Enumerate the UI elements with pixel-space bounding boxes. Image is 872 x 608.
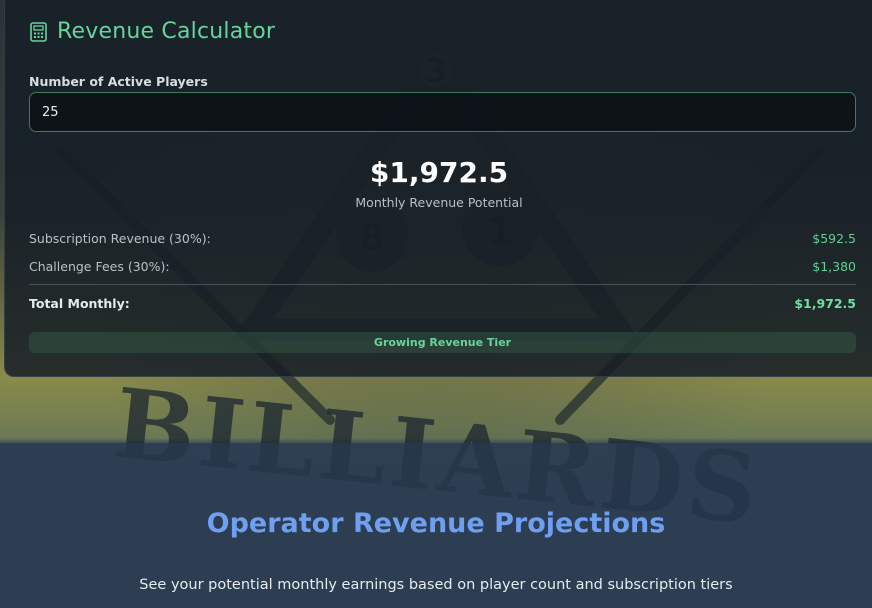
challenge-fees-label: Challenge Fees (30%):	[29, 259, 170, 274]
calculator-icon	[30, 21, 47, 42]
challenge-fees-value: $1,380	[812, 259, 856, 274]
subscription-revenue-label: Subscription Revenue (30%):	[29, 231, 211, 246]
revenue-tier-badge: Growing Revenue Tier	[29, 332, 856, 353]
challenge-fees-row: Challenge Fees (30%): $1,380	[29, 259, 856, 274]
players-field-label: Number of Active Players	[29, 74, 208, 89]
revenue-calculator-card: Revenue Calculator Number of Active Play…	[4, 0, 872, 377]
monthly-total-display: $1,972.5	[369, 156, 509, 189]
monthly-total-caption: Monthly Revenue Potential	[355, 195, 523, 210]
subscription-revenue-row: Subscription Revenue (30%): $592.5	[29, 231, 856, 246]
projections-heading: Operator Revenue Projections	[206, 508, 666, 539]
projections-subtitle: See your potential monthly earnings base…	[139, 577, 733, 593]
calculator-title: Revenue Calculator	[57, 19, 276, 44]
page: 3 8 1 BILLIARDS	[0, 0, 872, 608]
calculator-header: Revenue Calculator	[30, 19, 275, 44]
total-monthly-row: Total Monthly: $1,972.5	[29, 296, 856, 311]
subscription-revenue-value: $592.5	[812, 231, 856, 246]
total-monthly-value: $1,972.5	[794, 296, 856, 311]
total-monthly-label: Total Monthly:	[29, 296, 130, 311]
active-players-input[interactable]	[29, 92, 856, 132]
total-divider	[29, 284, 856, 285]
